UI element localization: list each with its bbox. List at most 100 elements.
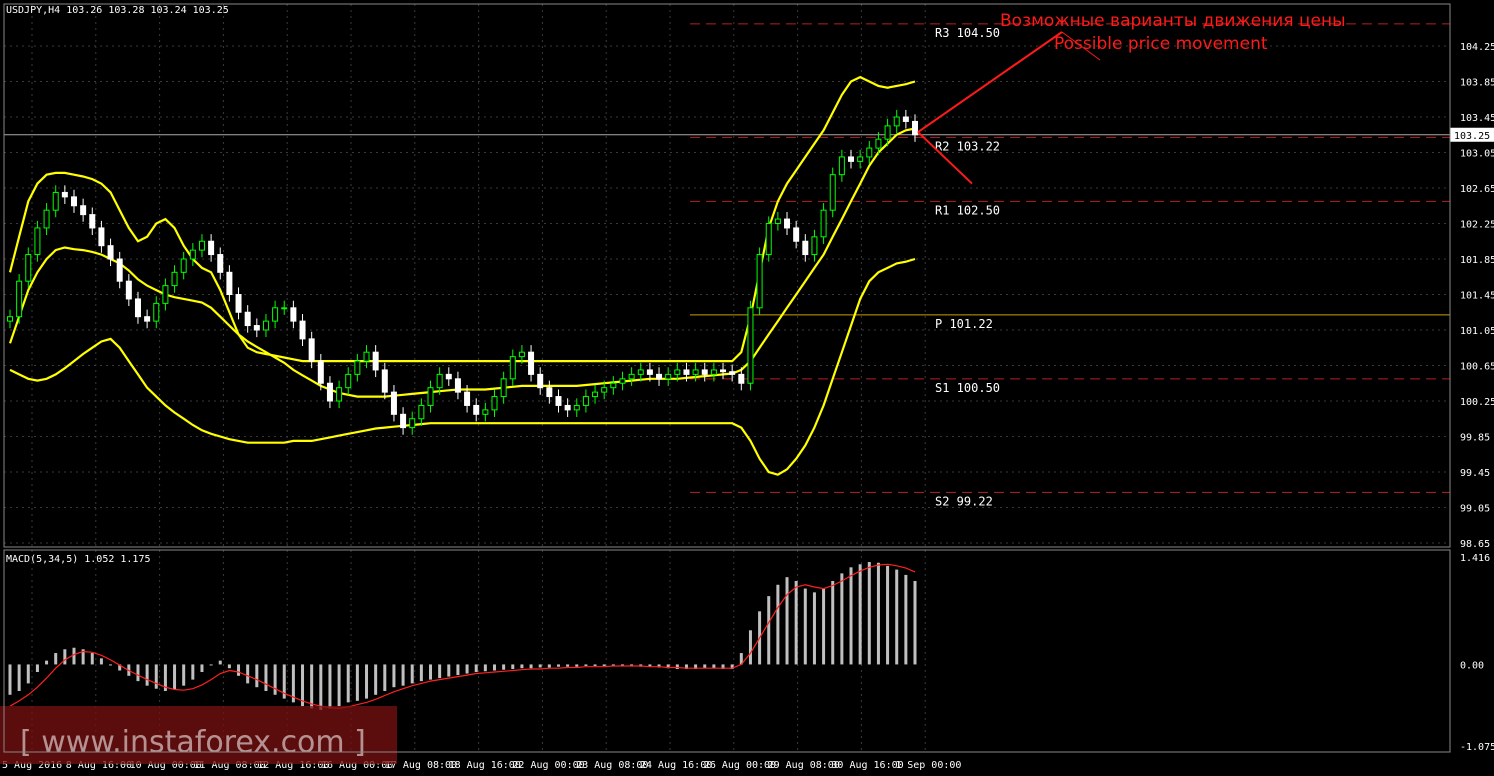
macd-bar <box>319 664 323 710</box>
candle-body <box>244 311 251 327</box>
macd-bar <box>511 664 515 669</box>
macd-bar <box>8 664 12 695</box>
candlesticks <box>7 109 918 435</box>
candle-body <box>409 418 416 429</box>
candle-body <box>25 254 32 282</box>
macd-bar <box>438 664 442 679</box>
candle-body <box>464 391 471 406</box>
price-tick-label: 100.65 <box>1460 362 1494 373</box>
candle-body <box>52 191 59 211</box>
macd-bar <box>456 664 460 676</box>
trading-chart[interactable]: R3 104.50 R2 103.22 R1 102.50 P 101.22 S1 10… <box>0 0 1494 776</box>
candle-body <box>729 371 736 375</box>
price-panel[interactable]: R3 104.50 R2 103.22 R1 102.50 P 101.22 S1 10… <box>4 4 1494 550</box>
candle-body <box>848 156 855 162</box>
candle-body <box>299 320 306 340</box>
candle-body <box>820 209 827 238</box>
time-tick-label: 26 Aug 00:00 <box>704 760 776 771</box>
candle-body <box>89 214 96 229</box>
candle-body <box>125 280 132 300</box>
candle-body <box>528 351 535 375</box>
macd-bar <box>794 580 798 665</box>
price-tick-label: 103.45 <box>1460 113 1494 124</box>
pivot-level-label: S2 99.22 <box>935 494 993 508</box>
candle-body <box>317 360 324 384</box>
macd-bar <box>538 664 542 668</box>
price-tick-label: 99.85 <box>1460 433 1490 444</box>
candle-body <box>902 116 909 122</box>
candle-body <box>226 271 233 295</box>
time-tick-label: 23 Aug 08:00 <box>576 760 648 771</box>
candle-body <box>884 125 891 140</box>
macd-bar <box>675 664 679 669</box>
candle-body <box>692 369 699 375</box>
macd-bar <box>913 580 917 665</box>
macd-bar <box>365 664 369 699</box>
macd-bar <box>886 565 890 665</box>
macd-title: MACD(5,34,5) 1.052 1.175 <box>6 554 151 565</box>
macd-bar <box>822 588 826 665</box>
pivot-level-label: R3 104.50 <box>935 26 1000 40</box>
candle-body <box>308 338 315 362</box>
macd-bar <box>547 664 551 668</box>
macd-bar <box>109 664 113 666</box>
time-tick-label: 24 Aug 16:00 <box>640 760 712 771</box>
watermark: [ www.instaforex.com ] <box>0 706 397 764</box>
candle-body <box>701 369 708 375</box>
candle-body <box>875 138 882 149</box>
macd-bar <box>136 664 140 682</box>
macd-bar <box>99 658 103 665</box>
macd-bar <box>145 664 149 686</box>
candle-body <box>180 258 187 273</box>
macd-bar <box>45 660 49 665</box>
price-axis: 104.25 103.85 103.45 103.05 102.65 102.25 101.… <box>1450 42 1494 550</box>
pivot-level-label: P 101.22 <box>935 317 993 331</box>
macd-tick-label: 1.416 <box>1460 553 1490 564</box>
candle-body <box>656 373 663 380</box>
macd-bar <box>17 664 21 691</box>
macd-bar <box>72 647 76 665</box>
macd-bar <box>867 562 871 665</box>
macd-bar <box>237 664 241 676</box>
candle-body <box>619 378 626 384</box>
annotation-ru: Возможные варианты движения цены <box>1000 11 1346 31</box>
candle-body <box>61 191 68 198</box>
macd-bar <box>346 664 350 703</box>
candle-body <box>400 413 407 429</box>
candle-body <box>262 320 269 331</box>
annotation-en: Possible price movement <box>1054 34 1268 54</box>
macd-bar <box>831 580 835 665</box>
macd-axis: 1.416 0.00 -1.075 <box>1460 553 1494 753</box>
candle-body <box>784 218 791 229</box>
candle-body <box>107 245 114 260</box>
macd-bar <box>255 664 259 688</box>
candle-body <box>738 373 745 384</box>
candle-body <box>765 223 772 256</box>
macd-bar <box>154 664 158 689</box>
candle-body <box>473 404 480 415</box>
pivot-level-label: R2 103.22 <box>935 139 1000 153</box>
candle-body <box>646 369 653 375</box>
price-tick-label: 104.25 <box>1460 42 1494 53</box>
price-tick-label: 98.65 <box>1460 539 1490 550</box>
price-tick-label: 102.25 <box>1460 220 1494 231</box>
macd-bar <box>474 664 478 673</box>
macd-bar <box>355 664 359 701</box>
macd-histogram <box>8 562 917 710</box>
candle-body <box>326 382 333 402</box>
candle-body <box>381 369 388 393</box>
candle-body <box>857 156 864 162</box>
macd-bar <box>575 664 579 667</box>
candle-body <box>162 285 169 304</box>
candle-body <box>418 404 425 420</box>
macd-bar <box>310 664 314 709</box>
macd-bar <box>227 664 231 669</box>
candle-body <box>601 387 608 393</box>
macd-bar <box>556 664 560 667</box>
candle-body <box>482 409 489 415</box>
watermark-text: [ www.instaforex.com ] <box>20 725 366 760</box>
price-movement-arrows <box>917 31 1101 185</box>
candle-body <box>683 369 690 375</box>
candle-body <box>189 249 196 260</box>
macd-bar <box>447 664 451 677</box>
